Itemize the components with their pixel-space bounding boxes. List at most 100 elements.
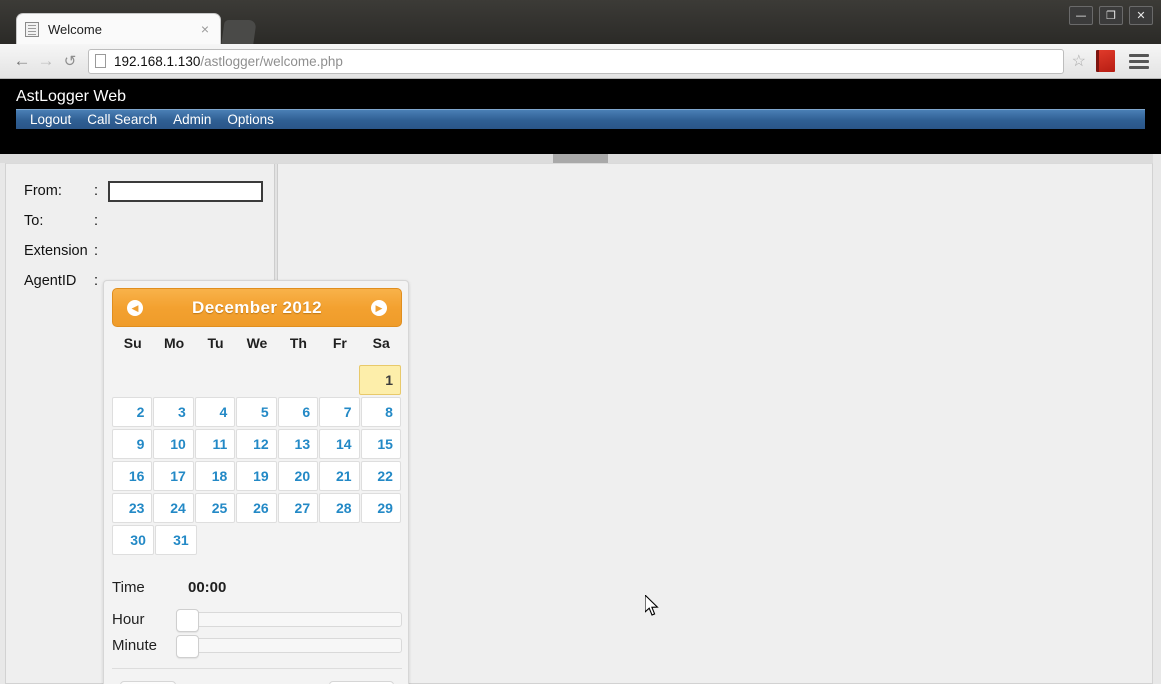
browser-toolbar: ← → ↺ 192.168.1.130/astlogger/welcome.ph… xyxy=(0,44,1161,79)
calendar-day-23[interactable]: 23 xyxy=(112,493,153,523)
calendar-day-26[interactable]: 26 xyxy=(236,493,277,523)
datepicker-month-year: December 2012 xyxy=(192,297,322,317)
calendar-day-29[interactable]: 29 xyxy=(360,493,401,523)
calendar-day-5[interactable]: 5 xyxy=(236,397,277,427)
datepicker-popup: ◀ December 2012 ▶ Su Mo Tu We Th Fr Sa 1… xyxy=(103,280,409,684)
close-window-icon[interactable]: ✕ xyxy=(1129,5,1153,25)
bookmark-star-icon[interactable]: ☆ xyxy=(1072,51,1086,71)
calendar-day-12[interactable]: 12 xyxy=(236,429,277,459)
calendar-day-8[interactable]: 8 xyxy=(360,397,401,427)
browser-window: Welcome × — ❐ ✕ ← → ↺ 192.168.1.130/astl… xyxy=(0,0,1161,684)
calendar-day-21[interactable]: 21 xyxy=(319,461,360,491)
mouse-cursor xyxy=(645,595,659,616)
calendar-day-4[interactable]: 4 xyxy=(194,397,236,427)
calendar-cell-empty xyxy=(279,525,319,555)
form-row-extension: Extension : xyxy=(6,236,274,266)
browser-tab-welcome[interactable]: Welcome × xyxy=(16,13,221,44)
calendar-day-31[interactable]: 31 xyxy=(154,525,197,555)
calendar-day-24[interactable]: 24 xyxy=(153,493,194,523)
page-viewport: AstLogger Web Logout Call Search Admin O… xyxy=(0,79,1161,684)
form-row-from: From: : xyxy=(6,176,274,206)
prev-month-icon[interactable]: ◀ xyxy=(127,300,143,316)
minute-label: Minute xyxy=(112,636,158,654)
day-name-fr: Fr xyxy=(332,335,347,351)
calendar-cell-empty xyxy=(239,525,279,555)
next-month-icon[interactable]: ▶ xyxy=(371,300,387,316)
label-extension: Extension xyxy=(24,243,88,259)
back-arrow-icon[interactable]: ← xyxy=(10,51,34,71)
calendar-day-14[interactable]: 14 xyxy=(319,429,360,459)
calendar-cell-empty xyxy=(361,525,401,555)
calendar-day-11[interactable]: 11 xyxy=(194,429,236,459)
label-from: From: xyxy=(24,183,62,199)
nav-item-options[interactable]: Options xyxy=(219,112,282,127)
nav-item-admin[interactable]: Admin xyxy=(165,112,219,127)
hour-slider-row: Hour xyxy=(112,605,402,633)
browser-titlebar: Welcome × — ❐ ✕ xyxy=(0,0,1161,44)
calendar-day-18[interactable]: 18 xyxy=(194,461,236,491)
calendar-week-row: 2345678 xyxy=(112,397,402,429)
label-to: To: xyxy=(24,213,44,229)
calendar-day-22[interactable]: 22 xyxy=(360,461,401,491)
day-name-sa: Sa xyxy=(372,335,390,351)
calendar-day-27[interactable]: 27 xyxy=(277,493,319,523)
calendar-day-1[interactable]: 1 xyxy=(358,365,401,395)
from-date-input[interactable] xyxy=(108,180,263,202)
url-text: 192.168.1.130/astlogger/welcome.php xyxy=(114,54,343,69)
hamburger-menu-icon[interactable] xyxy=(1127,51,1151,72)
new-tab-button[interactable] xyxy=(221,20,257,44)
calendar-day-2[interactable]: 2 xyxy=(112,397,153,427)
calendar-day-13[interactable]: 13 xyxy=(277,429,319,459)
address-bar[interactable]: 192.168.1.130/astlogger/welcome.php xyxy=(88,48,1064,74)
calendar-day-3[interactable]: 3 xyxy=(153,397,194,427)
calendar-day-15[interactable]: 15 xyxy=(360,429,401,459)
calendar-cell-empty xyxy=(153,365,193,395)
day-name-th: Th xyxy=(289,335,307,351)
scrollbar-thumb[interactable] xyxy=(553,154,608,163)
colon-extension: : xyxy=(94,243,99,259)
colon-to: : xyxy=(94,213,99,229)
reload-icon[interactable]: ↺ xyxy=(58,52,82,70)
day-name-su: Su xyxy=(123,335,142,351)
nav-item-call-search[interactable]: Call Search xyxy=(79,112,165,127)
page-title: AstLogger Web xyxy=(16,88,126,105)
calendar-day-25[interactable]: 25 xyxy=(194,493,236,523)
calendar-day-28[interactable]: 28 xyxy=(319,493,360,523)
calendar-day-7[interactable]: 7 xyxy=(319,397,360,427)
calendar-day-17[interactable]: 17 xyxy=(153,461,194,491)
close-icon[interactable]: × xyxy=(198,21,212,37)
calendar-week-row: 1 xyxy=(112,365,402,397)
tab-title: Welcome xyxy=(48,21,102,37)
calendar-day-16[interactable]: 16 xyxy=(112,461,153,491)
minimize-icon[interactable]: — xyxy=(1069,5,1093,25)
calendar-week-row: 16 17 18 19 20 21 22 xyxy=(112,461,402,493)
hour-slider-handle[interactable] xyxy=(176,608,199,632)
calendar-day-6[interactable]: 6 xyxy=(277,397,319,427)
day-name-mo: Mo xyxy=(164,335,185,351)
maximize-icon[interactable]: ❐ xyxy=(1099,5,1123,25)
hour-slider[interactable] xyxy=(176,608,402,632)
calendar-day-19[interactable]: 19 xyxy=(236,461,277,491)
calendar-week-row: 23 24 25 26 27 28 29 xyxy=(112,493,402,525)
minute-slider[interactable] xyxy=(176,634,402,658)
calendar-day-30[interactable]: 30 xyxy=(112,525,154,555)
site-header: AstLogger Web Logout Call Search Admin O… xyxy=(0,79,1161,154)
calendar-day-10[interactable]: 10 xyxy=(153,429,194,459)
hour-label: Hour xyxy=(112,610,145,628)
calendar-cell-empty xyxy=(235,365,275,395)
time-display-row: Time 00:00 xyxy=(112,573,226,601)
horizontal-scrollbar[interactable] xyxy=(0,154,1153,163)
minute-slider-handle[interactable] xyxy=(176,634,199,658)
extension-icon[interactable] xyxy=(1096,50,1115,72)
site-nav-bar: Logout Call Search Admin Options xyxy=(16,109,1145,129)
calendar-day-20[interactable]: 20 xyxy=(277,461,319,491)
forward-arrow-icon[interactable]: → xyxy=(34,51,58,71)
calendar-week-row: 9 10 11 12 13 14 15 xyxy=(112,429,402,461)
colon-from: : xyxy=(94,183,99,199)
window-controls: — ❐ ✕ xyxy=(1069,4,1153,26)
form-row-to: To: : xyxy=(6,206,274,236)
time-value: 00:00 xyxy=(188,578,227,596)
calendar-day-9[interactable]: 9 xyxy=(112,429,153,459)
nav-item-logout[interactable]: Logout xyxy=(22,112,79,127)
day-name-we: We xyxy=(246,335,268,351)
